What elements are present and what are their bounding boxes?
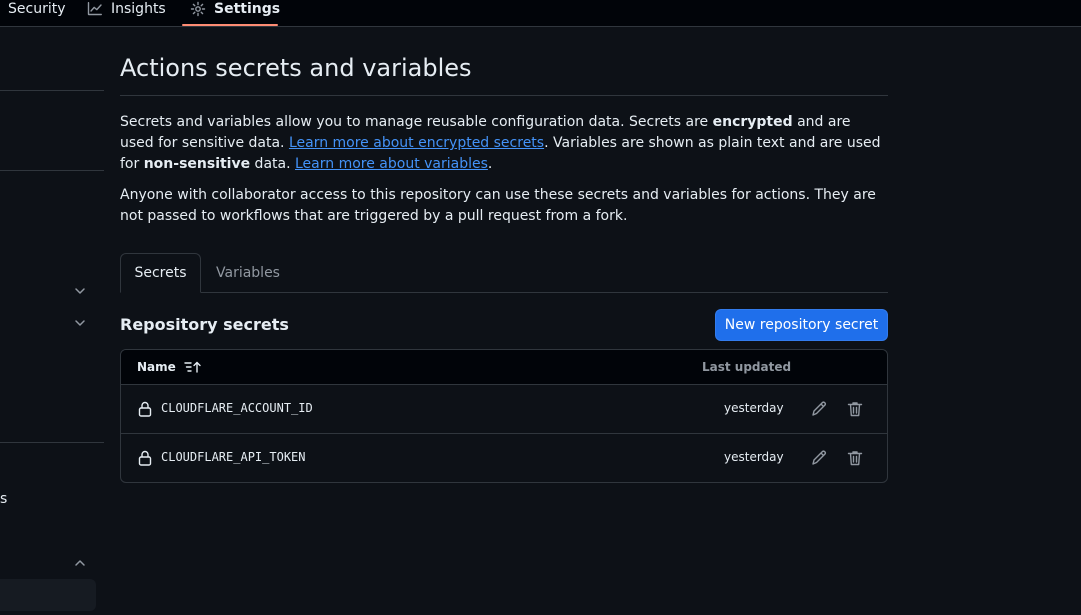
column-name-header[interactable]: Name xyxy=(137,360,202,374)
intro-bold-encrypted: encrypted xyxy=(712,114,793,130)
sidebar-item-selected[interactable] xyxy=(0,579,96,611)
secret-last-updated: yesterday xyxy=(724,401,784,415)
nav-tab-settings[interactable]: Settings xyxy=(190,0,280,24)
page-title: Actions secrets and variables xyxy=(120,54,472,82)
gear-icon xyxy=(190,1,206,17)
title-divider xyxy=(120,95,888,96)
repository-secrets-heading: Repository secrets xyxy=(120,315,289,334)
trash-icon[interactable] xyxy=(846,400,864,418)
lock-icon xyxy=(138,450,152,466)
learn-more-variables-link[interactable]: Learn more about variables xyxy=(295,156,488,172)
nav-tab-insights[interactable]: Insights xyxy=(87,0,166,24)
nav-tab-insights-label: Insights xyxy=(111,1,166,17)
graph-icon xyxy=(87,2,102,16)
secret-name: CLOUDFLARE_API_TOKEN xyxy=(161,450,306,464)
secrets-table: Name Last updated CLOUDFLARE_ACCOUNT_ID … xyxy=(120,349,888,483)
tab-secrets-label: Secrets xyxy=(134,265,187,281)
chevron-up-icon[interactable] xyxy=(74,557,86,569)
sidebar-item-label[interactable]: s xyxy=(0,491,7,507)
new-repository-secret-button[interactable]: New repository secret xyxy=(715,309,888,341)
column-last-updated-header: Last updated xyxy=(702,360,792,374)
sidebar-divider xyxy=(0,90,104,91)
intro-text: Secrets and variables allow you to manag… xyxy=(120,114,713,130)
nav-tab-settings-label: Settings xyxy=(214,1,281,17)
chevron-down-icon[interactable] xyxy=(74,317,86,329)
nav-tab-security-label: Security xyxy=(8,1,66,17)
tab-secrets[interactable]: Secrets xyxy=(120,253,201,293)
repo-nav-bar: Security Insights Settings xyxy=(0,0,1081,27)
secret-last-updated: yesterday xyxy=(724,450,784,464)
sort-ascending-icon[interactable] xyxy=(184,361,202,373)
secret-name: CLOUDFLARE_ACCOUNT_ID xyxy=(161,401,313,415)
table-row: CLOUDFLARE_ACCOUNT_ID yesterday xyxy=(121,385,887,434)
pencil-icon[interactable] xyxy=(810,400,828,418)
sidebar-divider xyxy=(0,170,104,171)
intro-bold-non-sensitive: non-sensitive xyxy=(143,156,251,172)
nav-tab-security[interactable]: Security xyxy=(8,0,66,24)
learn-more-secrets-link[interactable]: Learn more about encrypted secrets xyxy=(289,135,544,151)
chevron-down-icon[interactable] xyxy=(74,285,86,297)
intro-text: data. xyxy=(250,156,295,172)
intro-text: . xyxy=(487,156,493,172)
access-note: Anyone with collaborator access to this … xyxy=(120,187,876,224)
intro-paragraph: Secrets and variables allow you to manag… xyxy=(120,112,888,175)
trash-icon[interactable] xyxy=(846,449,864,467)
sidebar-divider xyxy=(0,442,104,443)
table-header: Name Last updated xyxy=(121,350,887,385)
column-name-label: Name xyxy=(137,360,176,374)
tab-variables[interactable]: Variables xyxy=(201,253,295,293)
table-row: CLOUDFLARE_API_TOKEN yesterday xyxy=(121,434,887,482)
pencil-icon[interactable] xyxy=(810,449,828,467)
nav-active-indicator xyxy=(182,24,278,26)
tab-variables-label: Variables xyxy=(216,265,280,281)
lock-icon xyxy=(138,401,152,417)
